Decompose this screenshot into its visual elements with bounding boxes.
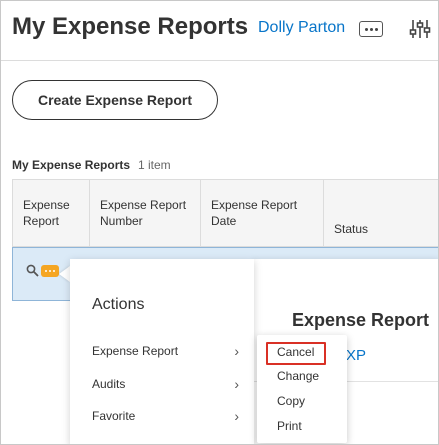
menu-item-label: Expense Report	[92, 344, 179, 358]
submenu-item-copy[interactable]: Copy	[277, 394, 305, 408]
actions-menu: Actions Expense Report › Audits › Favori…	[70, 259, 254, 444]
menu-item-favorite[interactable]: Favorite ›	[92, 408, 242, 424]
submenu-item-print[interactable]: Print	[277, 419, 302, 433]
menu-item-audits[interactable]: Audits ›	[92, 376, 242, 392]
section-label: My Expense Reports	[12, 158, 131, 172]
user-name-link[interactable]: Dolly Parton	[258, 19, 345, 37]
magnifier-icon[interactable]	[26, 264, 39, 277]
preview-link[interactable]: XP	[346, 347, 366, 364]
menu-item-label: Audits	[92, 377, 126, 391]
expense-report-submenu: Cancel Change Copy Print	[257, 335, 347, 443]
create-expense-report-button[interactable]: Create Expense Report	[12, 80, 218, 120]
chevron-right-icon: ›	[234, 408, 239, 424]
item-count: 1 item	[138, 158, 171, 172]
row-icons	[26, 264, 59, 277]
submenu-item-cancel[interactable]: Cancel	[277, 345, 314, 359]
page-header: My Expense Reports Dolly Parton	[1, 1, 438, 61]
popup-pointer	[59, 266, 70, 282]
filter-sliders-icon[interactable]	[409, 18, 431, 40]
table-header: Expense Report Expense Report Number Exp…	[12, 179, 438, 247]
related-actions-icon[interactable]	[41, 264, 59, 277]
actions-title: Actions	[92, 296, 145, 313]
column-header-expense-report[interactable]: Expense Report	[13, 180, 90, 246]
preview-title: Expense Report	[292, 310, 430, 330]
menu-item-expense-report[interactable]: Expense Report ›	[92, 343, 242, 359]
column-header-report-date[interactable]: Expense Report Date	[201, 180, 324, 246]
app-window: My Expense Reports Dolly Parton Create E…	[0, 0, 439, 445]
column-header-report-number[interactable]: Expense Report Number	[90, 180, 201, 246]
chevron-right-icon: ›	[234, 376, 239, 392]
page-title: My Expense Reports	[12, 13, 249, 40]
submenu-item-change[interactable]: Change	[277, 369, 319, 383]
chevron-right-icon: ›	[234, 343, 239, 359]
ellipsis-icon[interactable]	[359, 21, 383, 37]
column-header-status[interactable]: Status	[324, 180, 438, 246]
menu-item-label: Favorite	[92, 409, 136, 423]
